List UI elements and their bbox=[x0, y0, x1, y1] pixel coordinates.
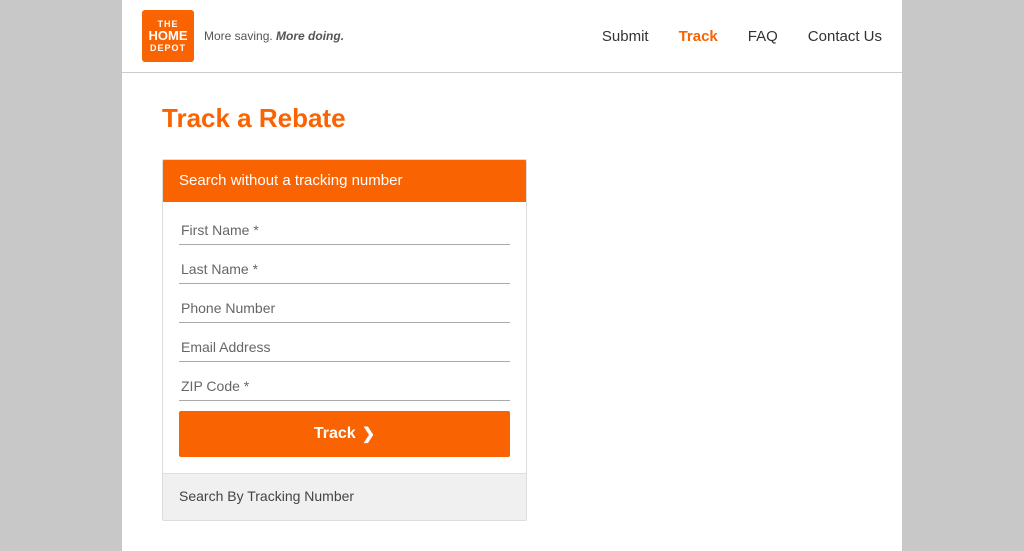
logo-area: THE HOME DEPOT More saving. More doing. bbox=[142, 10, 344, 62]
header: THE HOME DEPOT More saving. More doing. … bbox=[122, 0, 902, 73]
page-wrapper: THE HOME DEPOT More saving. More doing. … bbox=[0, 0, 1024, 551]
phone-number-field bbox=[179, 290, 510, 323]
zip-code-field bbox=[179, 368, 510, 401]
nav-submit[interactable]: Submit bbox=[602, 28, 649, 45]
logo-slogan: More saving. More doing. bbox=[204, 29, 344, 43]
zip-code-input[interactable] bbox=[179, 368, 510, 401]
form-card: Search without a tracking number bbox=[162, 159, 527, 521]
logo-text-depot: DEPOT bbox=[150, 43, 186, 53]
nav-contact-us[interactable]: Contact Us bbox=[808, 28, 882, 45]
track-button-chevron-icon: ❯ bbox=[362, 424, 375, 444]
logo-text-home: HOME bbox=[149, 29, 188, 43]
form-body: Track ❯ bbox=[163, 202, 526, 473]
email-address-input[interactable] bbox=[179, 329, 510, 362]
last-name-input[interactable] bbox=[179, 251, 510, 284]
last-name-field bbox=[179, 251, 510, 284]
nav-faq[interactable]: FAQ bbox=[748, 28, 778, 45]
main-content: Track a Rebate Search without a tracking… bbox=[122, 73, 902, 551]
nav-track[interactable]: Track bbox=[679, 28, 718, 45]
track-button-label: Track bbox=[314, 425, 356, 443]
nav-links: Submit Track FAQ Contact Us bbox=[602, 28, 882, 45]
form-footer-text: Search By Tracking Number bbox=[179, 488, 354, 504]
page-title: Track a Rebate bbox=[162, 103, 862, 134]
track-button[interactable]: Track ❯ bbox=[179, 411, 510, 457]
phone-number-input[interactable] bbox=[179, 290, 510, 323]
form-card-header-text: Search without a tracking number bbox=[179, 172, 402, 189]
first-name-input[interactable] bbox=[179, 212, 510, 245]
content-area: THE HOME DEPOT More saving. More doing. … bbox=[122, 0, 902, 551]
logo-box: THE HOME DEPOT bbox=[142, 10, 194, 62]
form-footer[interactable]: Search By Tracking Number bbox=[163, 473, 526, 520]
form-card-header: Search without a tracking number bbox=[163, 160, 526, 202]
email-address-field bbox=[179, 329, 510, 362]
first-name-field bbox=[179, 212, 510, 245]
